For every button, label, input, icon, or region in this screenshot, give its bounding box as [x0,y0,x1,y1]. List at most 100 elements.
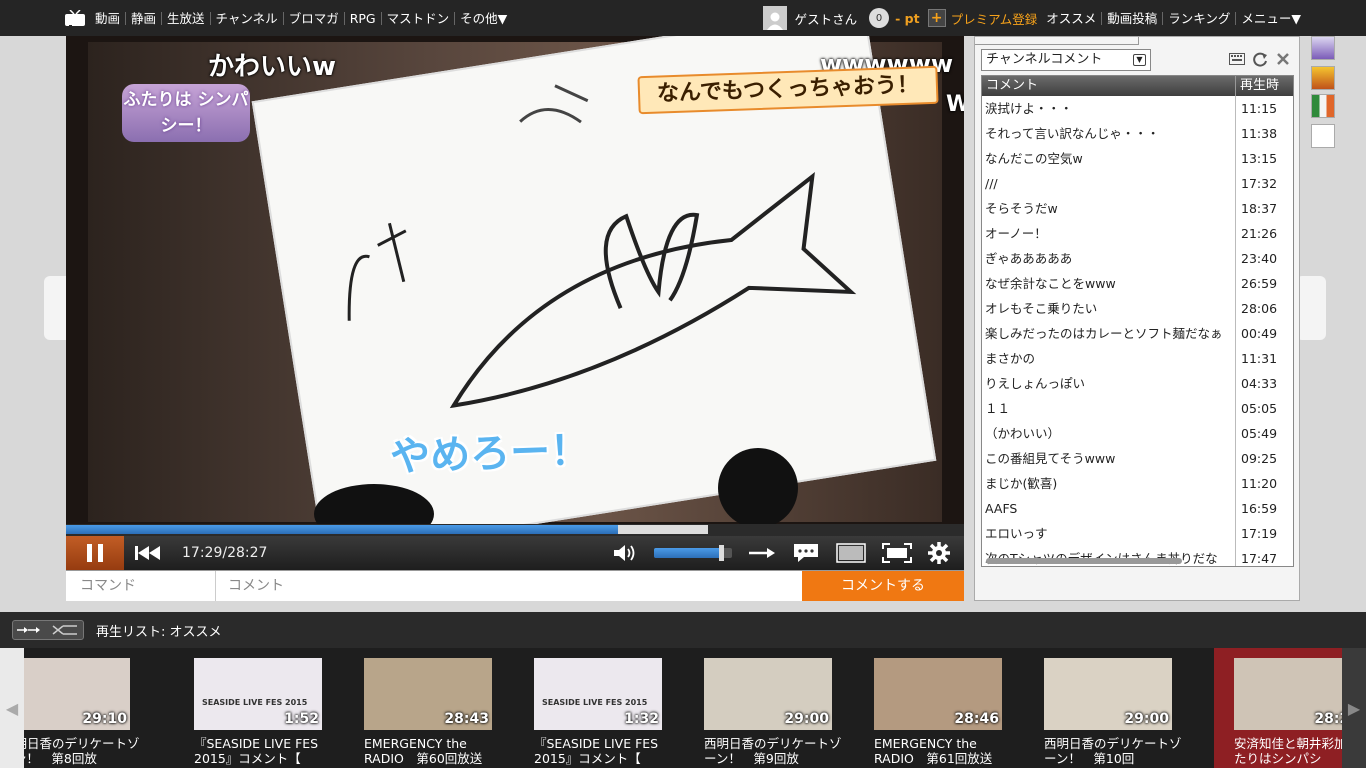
comment-row[interactable]: エロいっす 17:19 [982,521,1293,546]
panel-tab[interactable] [975,37,1139,45]
comment-time: 04:33 [1241,376,1278,391]
comment-input[interactable]: コメント [216,571,802,601]
comment-row[interactable]: そらそうだw 18:37 [982,196,1293,221]
playlist-item[interactable]: 28:43 EMERGENCY the RADIO 第60回放送 [364,648,534,768]
screen-size-button[interactable] [836,543,866,563]
volume-slider[interactable] [654,545,732,561]
plus-icon[interactable]: + [927,9,946,27]
nav-link-mastodon[interactable]: マストドン [380,11,455,25]
volume-knob[interactable] [719,545,724,561]
comment-time: 11:15 [1241,101,1278,116]
comment-row[interactable]: まさかの 11:31 [982,346,1293,371]
column-header-time[interactable]: 再生時 [1236,76,1279,96]
nav-link-live[interactable]: 生放送 [161,11,210,25]
video-duration: 29:00 [784,711,829,727]
seek-played [66,525,618,534]
send-comment-button[interactable]: コメントする [802,571,964,601]
seek-bar[interactable] [66,524,964,536]
playlist-thumbnail: 29:00 [1044,658,1172,730]
video-duration: 29:10 [82,711,127,727]
comment-row[interactable]: /// 17:32 [982,171,1293,196]
comment-row[interactable]: 涙拭けよ・・・ 11:15 [982,96,1293,121]
command-input[interactable]: コマンド [66,571,216,601]
playlist-prev-arrow[interactable]: ◀ [0,648,24,768]
niconico-tv-icon[interactable] [64,10,86,26]
comment-row[interactable]: りえしょんっぽい 04:33 [982,371,1293,396]
comment-list-header: コメント 再生時 [982,76,1293,96]
user-name[interactable]: ゲストさん [795,9,858,28]
playlist-item[interactable]: 29:00 西明日香のデリケートゾーン！ 第9回放 [704,648,874,768]
player-right-controls [604,536,958,570]
prev-button[interactable] [124,536,172,570]
playlist-thumbnail: SEASIDE LIVE FES 2015 1:52 [194,658,322,730]
nav-link-other[interactable]: その他▼ [454,11,512,25]
nav-link-blomaga[interactable]: ブロマガ [282,11,344,25]
nav-link-seiga[interactable]: 静画 [125,11,161,25]
nav-link-upload[interactable]: 動画投稿 [1101,11,1162,25]
loop-button[interactable] [748,546,776,560]
pause-icon [87,544,92,562]
comment-source-select[interactable]: チャンネルコメント ▼ [981,49,1151,71]
comment-row[interactable]: 楽しみだったのはカレーとソフト麺だなぁ 00:49 [982,321,1293,346]
comment-row[interactable]: １１ 05:05 [982,396,1293,421]
playlist-item[interactable]: 29:10 西明日香のデリケートゾーン！ 第8回放 [2,648,194,768]
video-big-caption: やめろー！ [389,427,591,481]
nav-link-menu[interactable]: メニュー▼ [1235,11,1306,25]
comment-row[interactable]: ぎゃあああああ 23:40 [982,246,1293,271]
nav-link-channel[interactable]: チャンネル [209,11,283,25]
user-avatar[interactable] [762,6,787,30]
nav-link-ranking[interactable]: ランキング [1162,11,1235,25]
comment-row[interactable]: オーノー！ 21:26 [982,221,1293,246]
comment-text: AAFS [982,496,1236,521]
playlist-mode-toggle[interactable] [12,620,84,640]
show-logo: ふたりは シンパシー！ [122,84,250,142]
playlist-next-arrow[interactable]: ▶ [1342,648,1366,768]
settings-button[interactable] [928,542,950,564]
comment-time: 16:59 [1241,501,1278,516]
sidebar-thumb[interactable] [1311,36,1335,60]
points-label: - pt [895,10,920,26]
chevron-down-icon: ▼ [1133,54,1146,66]
horizontal-scrollbar[interactable] [986,558,1182,564]
overlay-comment: かわいいw [208,52,337,82]
playlist-item[interactable]: 28:46 EMERGENCY the RADIO 第61回放送 [874,648,1044,768]
playlist-thumbnail: 28:46 [874,658,1002,730]
video-duration: 29:00 [1124,711,1169,727]
comment-row[interactable]: なんだこの空気w 13:15 [982,146,1293,171]
sidebar-thumb[interactable] [1311,94,1335,118]
video-player: ふたりは シンパシー！ かわいいw wwwwww W なんでもつくっちゃおう！ … [66,36,964,601]
comment-row[interactable]: オレもそこ乗りたい 28:06 [982,296,1293,321]
playlist-item[interactable]: 29:00 西明日香のデリケートゾーン！ 第10回 [1044,648,1214,768]
playlist-item[interactable]: SEASIDE LIVE FES 2015 1:32 『SEASIDE LIVE F… [534,648,704,768]
comment-row[interactable]: （かわいい） 05:49 [982,421,1293,446]
column-header-comment[interactable]: コメント [982,76,1236,96]
nav-link-recommend[interactable]: オススメ [1041,12,1101,25]
comment-row[interactable]: それって言い訳なんじゃ・・・ 11:38 [982,121,1293,146]
nav-link-rpg[interactable]: RPG [343,11,381,25]
volume-button[interactable] [612,543,638,563]
video-screen[interactable]: ふたりは シンパシー！ かわいいw wwwwww W なんでもつくっちゃおう！ … [66,36,964,524]
comment-row[interactable]: この番組見てそうwww 09:25 [982,446,1293,471]
refresh-icon[interactable] [1252,51,1268,67]
premium-register-link[interactable]: プレミアム登録 [951,9,1038,28]
keyboard-icon[interactable] [1229,51,1245,67]
sidebar-thumb[interactable] [1311,66,1335,90]
comment-time: 18:37 [1241,201,1278,216]
comment-row[interactable]: なぜ余計なことをwww 26:59 [982,271,1293,296]
panel-tools [1222,51,1291,67]
comment-toggle-button[interactable] [792,542,820,564]
fullscreen-button[interactable] [882,543,912,563]
comment-time: 23:40 [1241,251,1278,266]
playlist-item-title: EMERGENCY the RADIO 第60回放送 [364,736,483,766]
comment-text: ぎゃあああああ [982,246,1236,271]
comment-text: なんだこの空気w [982,146,1236,171]
close-icon[interactable] [1275,51,1291,67]
comment-time: 11:38 [1241,126,1278,141]
comment-time: 13:15 [1241,151,1278,166]
comment-row[interactable]: まじか(歓喜) 11:20 [982,471,1293,496]
pause-button[interactable] [66,536,124,570]
playlist-item[interactable]: SEASIDE LIVE FES 2015 1:52 『SEASIDE LIVE F… [194,648,364,768]
sidebar-thumb[interactable] [1311,124,1335,148]
nav-link-video[interactable]: 動画 [90,12,125,25]
comment-row[interactable]: AAFS 16:59 [982,496,1293,521]
